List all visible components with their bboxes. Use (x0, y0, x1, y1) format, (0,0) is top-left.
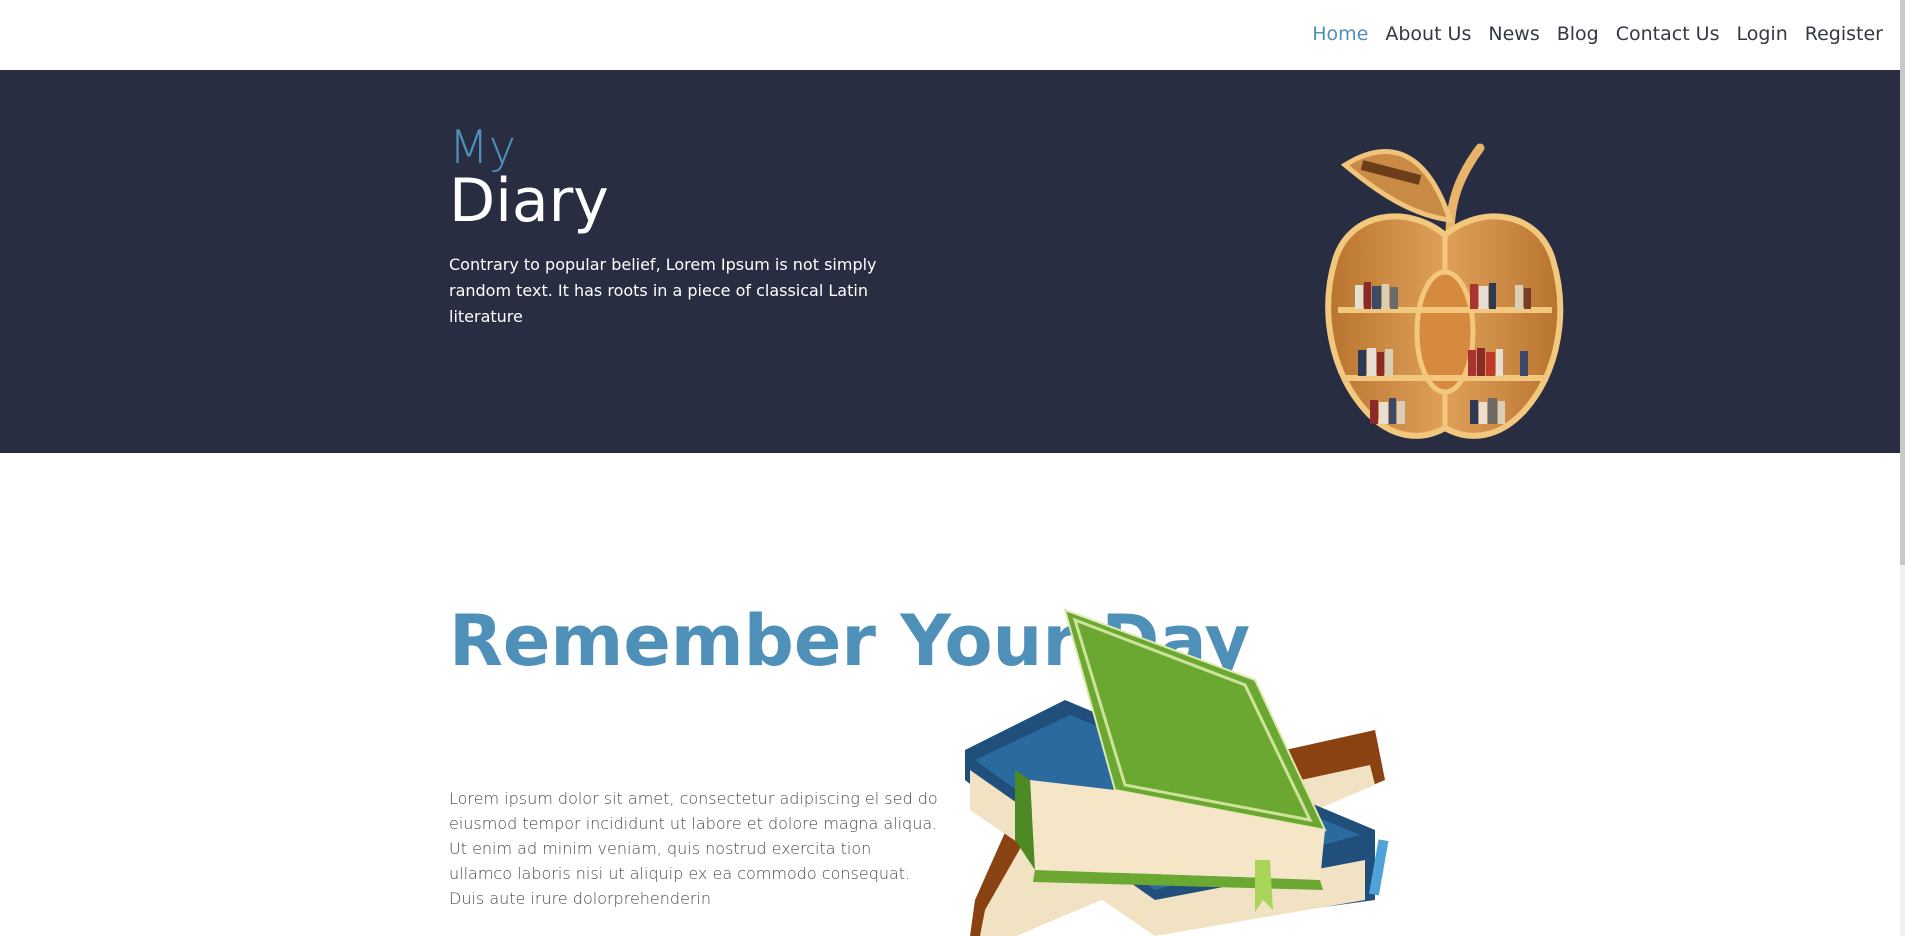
apple-bookshelf-icon (1325, 143, 1564, 439)
nav-link-login[interactable]: Login (1737, 20, 1788, 48)
vertical-scrollbar[interactable] (1900, 0, 1905, 936)
nav-link-news[interactable]: News (1488, 20, 1539, 48)
hero-description: Contrary to popular belief, Lorem Ipsum … (449, 255, 877, 326)
hero-title: Diary (449, 166, 609, 236)
scrollbar-thumb[interactable] (1900, 0, 1905, 565)
nav-menu: Home About Us News Blog Contact Us Login… (1295, 20, 1883, 48)
nav-link-blog[interactable]: Blog (1557, 20, 1599, 48)
hero-banner (0, 70, 1900, 453)
navbar: Home About Us News Blog Contact Us Login… (0, 0, 1900, 70)
nav-link-about-us[interactable]: About Us (1385, 20, 1471, 48)
nav-link-contact-us[interactable]: Contact Us (1616, 20, 1720, 48)
section-description: Lorem ipsum dolor sit amet, consectetur … (449, 789, 938, 908)
hero-title-small: My (449, 120, 516, 174)
nav-link-register[interactable]: Register (1805, 20, 1883, 48)
book-stack-icon (965, 608, 1389, 936)
nav-link-home[interactable]: Home (1312, 20, 1368, 48)
